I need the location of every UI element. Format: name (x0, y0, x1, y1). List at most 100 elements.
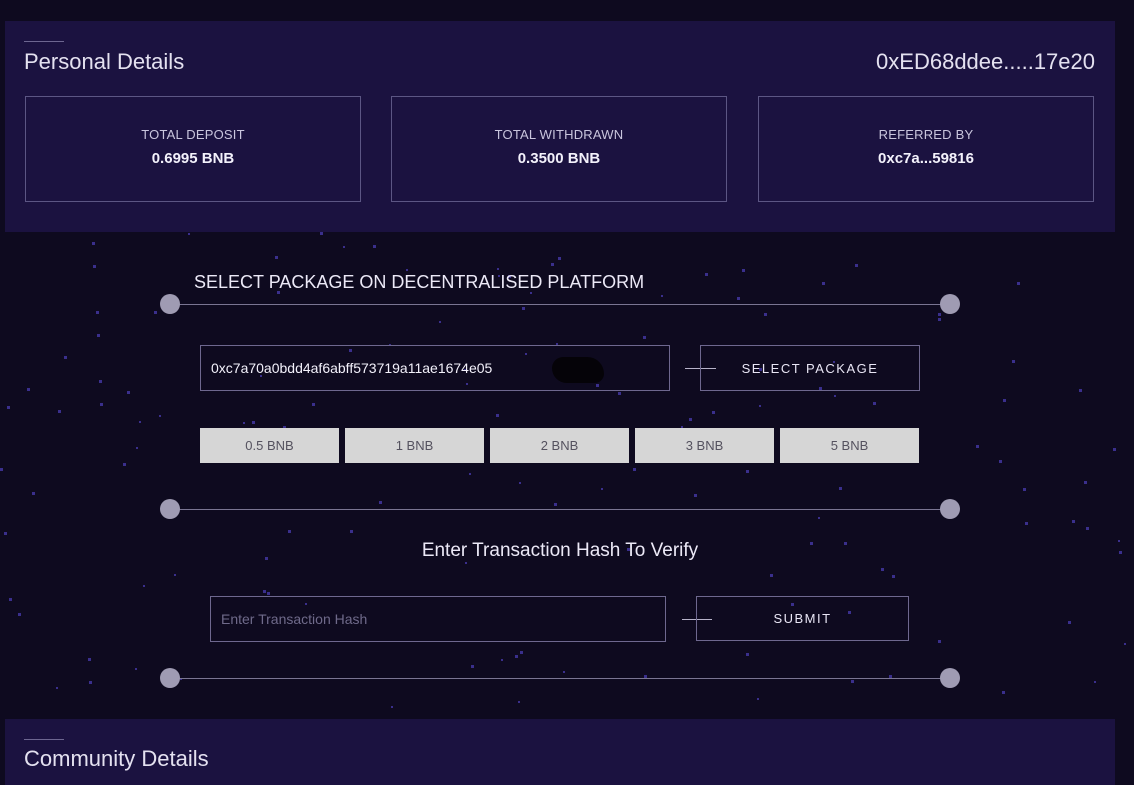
star-dot (601, 488, 603, 490)
star-dot (633, 468, 636, 471)
referrer-address-value: 0xc7a70a0bdd4af6abff573719a11ae1674e05 (211, 360, 493, 376)
star-dot (558, 257, 561, 260)
redaction-mark (552, 357, 604, 383)
star-dot (705, 273, 708, 276)
package-option-1-bnb[interactable]: 1 BNB (345, 428, 484, 463)
star-dot (252, 421, 255, 424)
star-dot (855, 264, 858, 267)
star-dot (18, 613, 21, 616)
star-dot (694, 494, 697, 497)
star-dot (32, 492, 35, 495)
star-dot (757, 698, 759, 700)
star-dot (0, 468, 3, 471)
star-dot (471, 665, 474, 668)
star-dot (56, 687, 58, 689)
star-dot (1017, 282, 1020, 285)
star-dot (1113, 448, 1116, 451)
star-dot (1124, 643, 1126, 645)
package-section-title: SELECT PACKAGE ON DECENTRALISED PLATFORM (194, 272, 645, 292)
star-dot (1002, 691, 1005, 694)
select-package-button[interactable]: SELECT PACKAGE (700, 345, 920, 391)
package-option-5-bnb[interactable]: 5 BNB (780, 428, 919, 463)
wallet-address: 0xED68ddee.....17e20 (876, 49, 1095, 74)
divider-dot-left (160, 499, 180, 519)
star-dot (379, 501, 382, 504)
star-dot (742, 269, 745, 272)
star-dot (406, 269, 408, 271)
star-dot (1023, 488, 1026, 491)
star-dot (551, 263, 554, 266)
divider-line (170, 304, 950, 305)
star-dot (515, 655, 518, 658)
star-dot (391, 706, 393, 708)
star-dot (343, 246, 345, 248)
stat-label: TOTAL WITHDRAWN (494, 127, 624, 142)
star-dot (518, 701, 520, 703)
star-dot (320, 232, 323, 235)
personal-details-panel: Personal Details 0xED68ddee.....17e20 TO… (5, 21, 1115, 232)
star-dot (275, 256, 278, 259)
star-dot (661, 295, 663, 297)
star-dot (288, 530, 291, 533)
star-dot (174, 574, 176, 576)
star-dot (1079, 389, 1082, 392)
star-dot (822, 282, 825, 285)
star-dot (373, 245, 376, 248)
star-dot (938, 318, 941, 321)
stat-value: 0.6995 BNB (151, 150, 235, 167)
star-dot (99, 380, 102, 383)
personal-details-title: Personal Details (24, 49, 185, 74)
community-details-title: Community Details (24, 746, 209, 771)
stat-label: REFERRED BY (878, 127, 974, 142)
star-dot (7, 406, 10, 409)
star-dot (746, 653, 749, 656)
panel-title-rule (24, 739, 64, 740)
package-option-3-bnb[interactable]: 3 BNB (635, 428, 774, 463)
stat-card-total-withdrawn: TOTAL WITHDRAWN 0.3500 BNB (391, 96, 727, 202)
stat-value: 0xc7a...59816 (878, 150, 974, 167)
transaction-hash-input[interactable]: Enter Transaction Hash (210, 596, 666, 642)
star-dot (999, 460, 1002, 463)
panel-title-rule (24, 41, 64, 42)
star-dot (136, 447, 138, 449)
verify-section-title: Enter Transaction Hash To Verify (421, 540, 699, 561)
star-dot (522, 307, 525, 310)
submit-button[interactable]: SUBMIT (696, 596, 909, 641)
star-dot (712, 411, 715, 414)
star-dot (818, 517, 820, 519)
star-dot (643, 336, 646, 339)
star-dot (563, 671, 565, 673)
star-dot (1012, 360, 1015, 363)
star-dot (100, 403, 103, 406)
star-dot (267, 592, 270, 595)
star-dot (520, 651, 523, 654)
star-dot (9, 598, 12, 601)
star-dot (188, 233, 190, 235)
divider-dot-right (940, 668, 960, 688)
divider-line (170, 678, 950, 679)
star-dot (976, 445, 979, 448)
star-dot (759, 405, 761, 407)
package-option-0-5-bnb[interactable]: 0.5 BNB (200, 428, 339, 463)
star-dot (519, 482, 521, 484)
star-dot (496, 414, 499, 417)
star-dot (1094, 681, 1096, 683)
divider-dot-right (940, 294, 960, 314)
community-details-panel: Community Details (5, 719, 1115, 785)
star-dot (938, 313, 941, 316)
star-dot (746, 470, 749, 473)
star-dot (143, 585, 145, 587)
package-option-2-bnb[interactable]: 2 BNB (490, 428, 629, 463)
star-dot (618, 392, 621, 395)
star-dot (1084, 481, 1087, 484)
star-dot (27, 388, 30, 391)
star-dot (312, 403, 315, 406)
star-dot (881, 568, 884, 571)
star-dot (839, 487, 842, 490)
star-dot (263, 590, 266, 593)
star-dot (135, 668, 137, 670)
star-dot (64, 356, 67, 359)
star-dot (851, 680, 854, 683)
star-dot (88, 658, 91, 661)
star-dot (834, 395, 836, 397)
